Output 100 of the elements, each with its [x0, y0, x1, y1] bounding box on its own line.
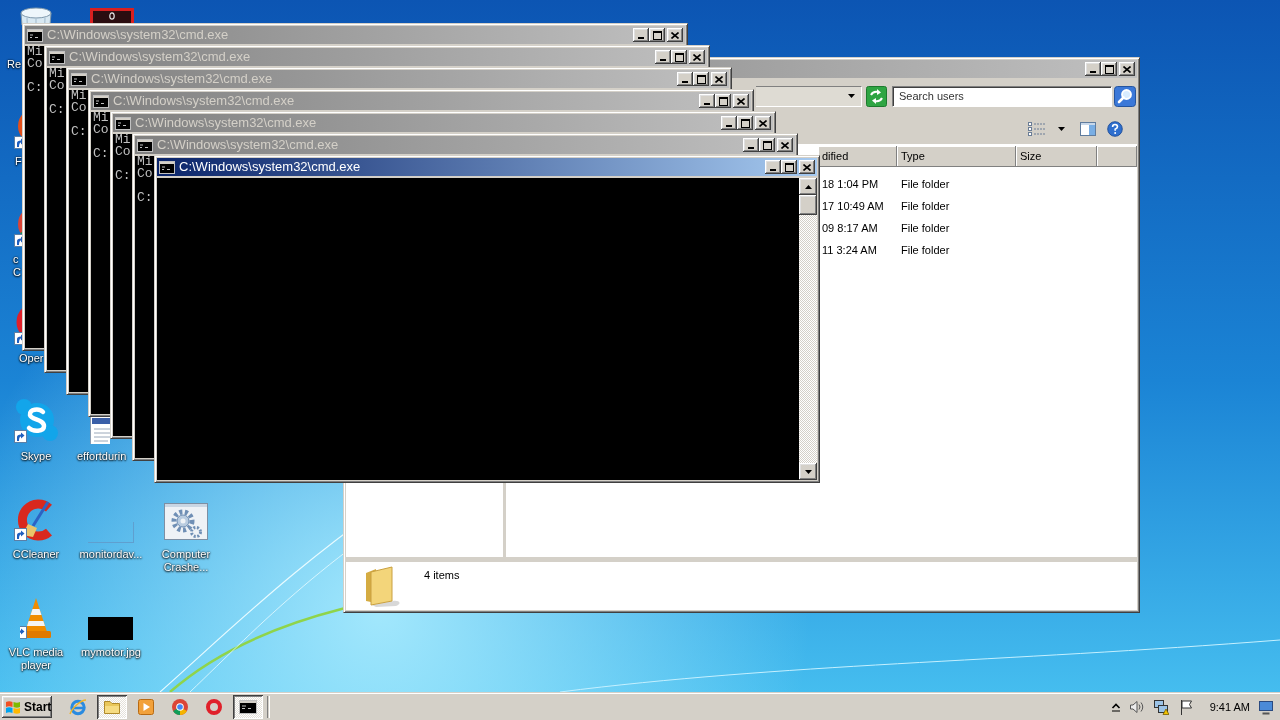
console-icon: [115, 116, 131, 130]
table-cell-text: 09 8:17 AM: [821, 221, 878, 236]
taskbar-button[interactable]: [97, 695, 127, 719]
refresh-button[interactable]: [866, 85, 887, 107]
minimize-icon: [638, 37, 644, 39]
maximize-icon: [696, 74, 706, 84]
maximize-button[interactable]: [781, 160, 797, 174]
maximize-button[interactable]: [737, 116, 753, 130]
list-view-icon: [1028, 122, 1046, 136]
close-icon: [737, 97, 745, 105]
console-line: Mi: [137, 156, 153, 168]
taskbar-button[interactable]: [233, 695, 263, 719]
console-icon: [93, 94, 109, 108]
close-icon: [715, 75, 723, 83]
scroll-up-button[interactable]: [799, 178, 817, 195]
console-icon: [27, 28, 43, 42]
minimize-button[interactable]: [721, 116, 737, 130]
close-button[interactable]: [777, 138, 793, 152]
minimize-button[interactable]: [743, 138, 759, 152]
monitor-icon[interactable]: [1258, 699, 1274, 715]
minimize-icon: [1090, 71, 1096, 73]
table-cell-text: File folder: [900, 243, 950, 258]
speaker-icon[interactable]: [1128, 699, 1145, 715]
close-button[interactable]: [667, 28, 683, 42]
dropdown-arrow-icon: [848, 94, 855, 98]
clock[interactable]: 9:41 AM: [1209, 698, 1250, 716]
search-button[interactable]: [1114, 85, 1136, 107]
minimize-icon: [770, 169, 776, 171]
image-thumbnail-icon[interactable]: [88, 617, 133, 640]
maximize-icon: [674, 52, 684, 62]
minimize-button[interactable]: [699, 94, 715, 108]
maximize-icon: [740, 118, 750, 128]
minimize-button[interactable]: [633, 28, 649, 42]
item-count: 4 items: [424, 569, 460, 582]
close-button[interactable]: [711, 72, 727, 86]
console-line: Mi: [93, 112, 109, 124]
close-button[interactable]: [689, 50, 705, 64]
up-arrow-icon: [804, 184, 812, 189]
column-header[interactable]: Size: [1016, 146, 1097, 167]
close-icon: [781, 141, 789, 149]
window-title: C:\Windows\system32\cmd.exe: [179, 159, 361, 175]
help-icon: [1107, 121, 1123, 137]
console-icon: [71, 72, 87, 86]
console-prompt: C:: [27, 82, 43, 94]
console-icon: [239, 698, 257, 716]
maximize-button[interactable]: [649, 28, 665, 42]
globe-icon: [69, 698, 87, 716]
start-button[interactable]: Start: [2, 696, 52, 718]
window-title: C:\Windows\system32\cmd.exe: [157, 137, 339, 153]
column-header[interactable]: dified: [818, 146, 897, 167]
maximize-button[interactable]: [715, 94, 731, 108]
column-header[interactable]: Type: [897, 146, 1016, 167]
gear-window-icon[interactable]: [164, 503, 208, 540]
close-button[interactable]: [799, 160, 815, 174]
maximize-icon: [784, 162, 794, 172]
scroll-down-button[interactable]: [799, 463, 817, 480]
maximize-button[interactable]: [1101, 62, 1117, 76]
minimize-button[interactable]: [655, 50, 671, 64]
column-header[interactable]: [1097, 146, 1137, 167]
minimize-icon: [704, 103, 710, 105]
cloud-icon[interactable]: [12, 398, 60, 446]
icon-label: Computer Crashe...: [161, 548, 211, 574]
minimize-button[interactable]: [765, 160, 781, 174]
maximize-button[interactable]: [693, 72, 709, 86]
minimize-button[interactable]: [677, 72, 693, 86]
console-prompt: C:: [115, 170, 131, 182]
search-icon: [1114, 85, 1136, 107]
icon-label: c C: [13, 253, 21, 279]
window-title: C:\Windows\system32\cmd.exe: [91, 71, 273, 87]
scrollbar-track[interactable]: [799, 178, 817, 480]
search-field[interactable]: Search users: [892, 85, 1112, 107]
show-hidden-icons-button[interactable]: [1110, 702, 1121, 712]
close-icon: [803, 163, 811, 171]
close-button[interactable]: [1119, 62, 1135, 76]
icon-label: effortdurin: [77, 450, 127, 463]
folder-icon: [103, 698, 121, 716]
document-icon[interactable]: [88, 417, 110, 444]
close-button[interactable]: [755, 116, 771, 130]
address-bar[interactable]: [756, 85, 862, 107]
four-pane-logo-icon: [5, 699, 21, 715]
traffic-cone-icon[interactable]: [20, 597, 52, 639]
close-button[interactable]: [733, 94, 749, 108]
table-cell-text: File folder: [900, 177, 950, 192]
chevron-up-icon: [1110, 702, 1121, 712]
maximize-button[interactable]: [759, 138, 775, 152]
table-cell-text: File folder: [900, 221, 950, 236]
scroll-thumb[interactable]: [799, 195, 817, 215]
console-prompt: C:: [93, 148, 109, 160]
console-line: Co: [137, 168, 153, 180]
square-tile-icon[interactable]: [90, 8, 134, 23]
window-title: C:\Windows\system32\cmd.exe: [113, 93, 295, 109]
console-line: Mi: [49, 68, 65, 80]
minimize-button[interactable]: [1085, 62, 1101, 76]
table-cell-text: File folder: [900, 199, 950, 214]
network-icon[interactable]: [1152, 699, 1169, 715]
window-title: C:\Windows\system32\cmd.exe: [135, 115, 317, 131]
maximize-button[interactable]: [671, 50, 687, 64]
minimize-icon: [726, 125, 732, 127]
preview-pane-icon: [1080, 122, 1096, 136]
console-prompt: C:: [71, 126, 87, 138]
